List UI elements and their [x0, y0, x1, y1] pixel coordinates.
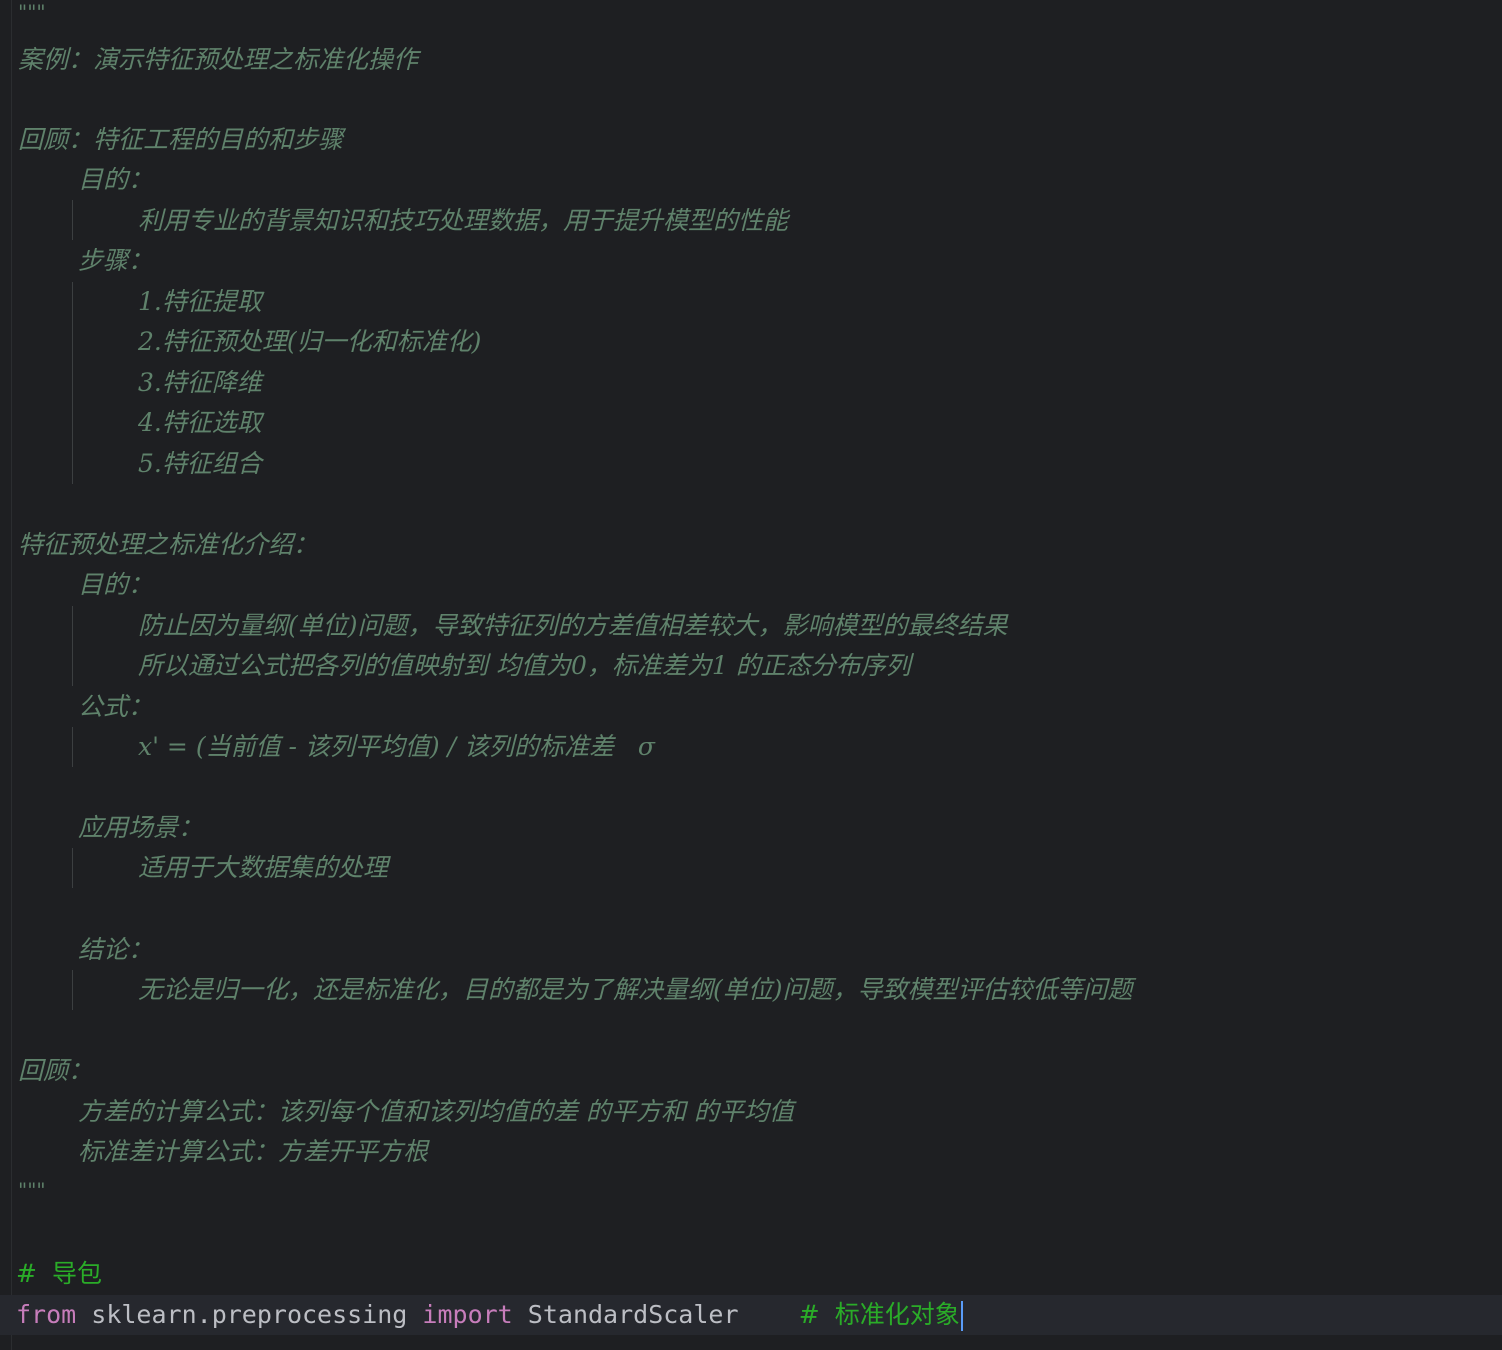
inline-comment-hash: #: [798, 1300, 820, 1329]
docstring-step-item: 2.特征预处理(归一化和标准化): [138, 327, 482, 356]
code-editor[interactable]: """ 案例：演示特征预处理之标准化操作 回顾：特征工程的目的和步骤 目的： 利…: [0, 0, 1502, 1350]
comment-hash: #: [16, 1259, 37, 1288]
docstring-review2-title: 回顾：: [18, 1056, 94, 1085]
indent-guide: [72, 727, 73, 767]
docstring-formula-label: 公式：: [78, 692, 154, 721]
docstring-open-quotes: """: [18, 0, 46, 24]
keyword-import: import: [422, 1300, 513, 1329]
docstring-purpose-text: 利用专业的背景知识和技巧处理数据，用于提升模型的性能: [138, 206, 789, 235]
text-caret: [960, 1301, 963, 1331]
docstring-step-item: 5.特征组合: [138, 449, 262, 478]
indent-guide: [72, 606, 73, 686]
keyword-from: from: [16, 1300, 77, 1329]
docstring-variance-formula: 方差的计算公式：该列每个值和该列均值的差 的平方和 的平均值: [78, 1097, 794, 1126]
docstring-case-title: 案例：演示特征预处理之标准化操作: [18, 45, 419, 74]
docstring-intro-title: 特征预处理之标准化介绍：: [18, 530, 319, 559]
docstring-intro-purpose-line1: 防止因为量纲(单位)问题，导致特征列的方差值相差较大，影响模型的最终结果: [138, 611, 1008, 640]
docstring-conclusion-label: 结论：: [78, 935, 154, 964]
indent-guide: [72, 200, 73, 240]
indent-guide: [72, 970, 73, 1010]
import-comment-line: # 导包: [16, 1254, 1502, 1294]
docstring-conclusion-text: 无论是归一化，还是标准化，目的都是为了解决量纲(单位)问题，导致模型评估较低等问…: [138, 975, 1133, 1004]
docstring-purpose-label: 目的：: [78, 165, 154, 194]
indent-guide: [72, 848, 73, 888]
import-comment-text: 导包: [52, 1259, 103, 1288]
docstring-step-item: 3.特征降维: [138, 368, 262, 397]
inline-comment-text: 标准化对象: [834, 1300, 960, 1329]
docstring-close-quotes: """: [18, 1178, 46, 1202]
docstring-review-title: 回顾：特征工程的目的和步骤: [18, 125, 344, 154]
docstring-steps-label: 步骤：: [78, 246, 154, 275]
docstring-std-formula: 标准差计算公式：方差开平方根: [78, 1137, 429, 1166]
docstring-intro-purpose-label: 目的：: [78, 570, 154, 599]
docstring-step-item: 1.特征提取: [138, 287, 262, 316]
class-name: StandardScaler: [527, 1300, 739, 1329]
docstring-formula-text: x' = (当前值 - 该列平均值) / 该列的标准差 σ: [138, 732, 655, 761]
docstring-scenario-text: 适用于大数据集的处理: [138, 853, 389, 882]
docstring-step-item: 4.特征选取: [138, 408, 262, 437]
import-statement-line[interactable]: from sklearn.preprocessing import Standa…: [16, 1295, 1502, 1335]
docstring-intro-purpose-line2: 所以通过公式把各列的值映射到 均值为0，标准差为1 的正态分布序列: [138, 651, 911, 680]
docstring-scenario-label: 应用场景：: [78, 813, 204, 842]
module-name: sklearn.preprocessing: [91, 1300, 408, 1329]
indent-guide: [72, 282, 73, 484]
